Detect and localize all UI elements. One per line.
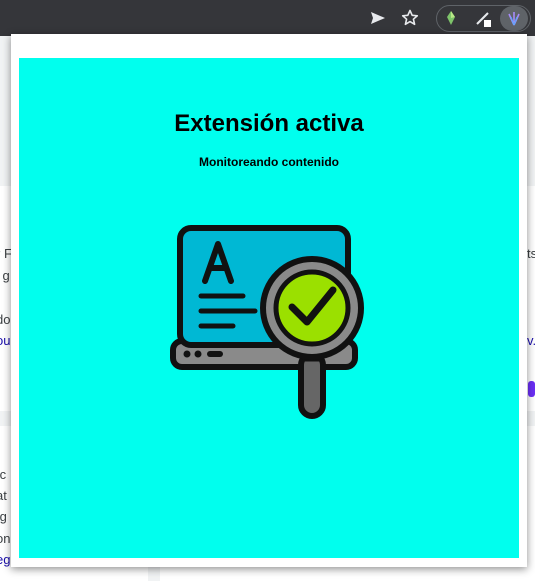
extension-popup: Extensión activa Monitoreando contenido xyxy=(11,34,527,567)
bg-text-fragment: do xyxy=(0,312,11,327)
browser-toolbar xyxy=(0,0,535,36)
bg-text-fragment: /g xyxy=(0,509,7,524)
popup-content: Extensión activa Monitoreando contenido xyxy=(19,58,519,558)
bg-text-fragment: at xyxy=(0,488,7,503)
bg-text-fragment: on xyxy=(0,531,11,546)
send-tab-icon[interactable] xyxy=(369,9,387,27)
bg-text-fragment: ts xyxy=(527,246,535,261)
bg-link-fragment[interactable]: v. xyxy=(527,333,535,348)
popup-title: Extensión activa xyxy=(174,110,364,137)
extension-pen-icon[interactable] xyxy=(474,9,492,27)
bg-card-right-top xyxy=(527,186,535,411)
bg-text-fragment: tc xyxy=(0,467,7,482)
bg-button xyxy=(528,381,535,397)
bg-link-fragment[interactable]: ou xyxy=(0,333,10,348)
popup-subtitle: Monitoreando contenido xyxy=(199,155,339,169)
bookmark-star-icon[interactable] xyxy=(401,9,419,27)
extension-gem-icon[interactable] xyxy=(442,9,460,27)
bg-link-fragment[interactable]: eg xyxy=(0,552,10,567)
laptop-magnifier-check-icon xyxy=(170,225,364,419)
bg-text-fragment: l g xyxy=(0,268,10,283)
bg-card-left-top xyxy=(0,186,11,411)
extension-active-icon[interactable] xyxy=(505,9,523,27)
